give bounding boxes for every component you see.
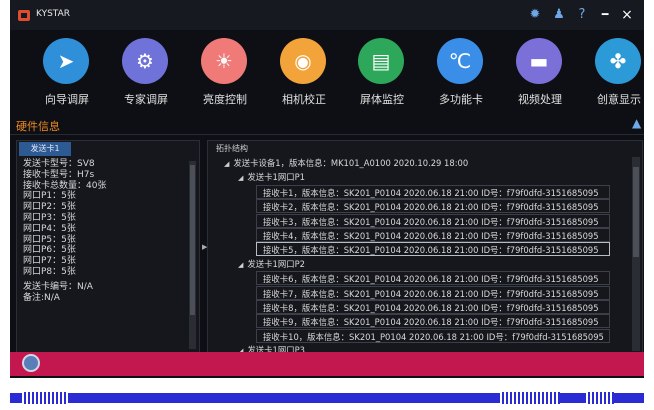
gear-icon[interactable]: ✹ xyxy=(526,6,544,24)
toolbar-button-5[interactable]: ▤ 屏体监控 xyxy=(347,38,417,108)
toolbar-label: 创意显示 xyxy=(597,93,641,106)
info-row: 网口P1：5张 xyxy=(23,191,76,202)
info-row: 网口P7：5张 xyxy=(23,256,76,267)
tree-item-sender[interactable]: ◢ 发送卡设备1，版本信息：MK101_A0100 2020.10.29 18:0… xyxy=(224,156,468,170)
tree-item-receiver-card[interactable]: 接收卡3，版本信息：SK201_P0104 2020.06.18 21:00 I… xyxy=(256,213,610,228)
tree-item-label: 接收卡2，版本信息：SK201_P0104 2020.06.18 21:00 I… xyxy=(263,202,599,213)
tab-sender-card-1[interactable]: 发送卡1 xyxy=(19,142,71,156)
info-row: 接收卡总数量：40张 xyxy=(23,180,107,191)
toolbar-button-6[interactable]: ℃ 多功能卡 xyxy=(426,38,496,108)
toolbar-label: 专家调屏 xyxy=(124,93,168,106)
tree-item-port[interactable]: ◢ 发送卡1网口P2 xyxy=(238,257,305,271)
scrollbar-thumb[interactable] xyxy=(190,165,195,315)
tree-item-receiver-card[interactable]: 接收卡4，版本信息：SK201_P0104 2020.06.18 21:00 I… xyxy=(256,228,610,242)
kystar-logo-icon xyxy=(18,10,30,21)
app-window: KYSTAR ✹ ♟ ? ━ × ➤ 向导调屏 ⚙ 专家调屏 ☀ 亮度控制 ◉ 相机校正 ▤ 屏体… xyxy=(10,0,644,378)
toolbar-button-1[interactable]: ➤ 向导调屏 xyxy=(32,38,102,108)
hardware-info-list: 发送卡型号：SV8 接收卡型号：H7s 接收卡总数量：40张 网口P1：5张 网口P2：… xyxy=(23,159,179,303)
toolbar-label: 多功能卡 xyxy=(439,93,483,106)
scrollbar[interactable] xyxy=(189,161,196,349)
tree-item-label: 发送卡1网口P1 xyxy=(247,172,305,183)
toolbar-label: 屏体监控 xyxy=(360,93,404,106)
toolbar-label: 向导调屏 xyxy=(45,93,89,106)
globe-icon xyxy=(22,354,40,372)
divider xyxy=(10,134,644,135)
tree-item-receiver-card[interactable]: 接收卡1，版本信息：SK201_P0104 2020.06.18 21:00 I… xyxy=(256,184,610,199)
hardware-info-panel: 发送卡1 发送卡型号：SV8 接收卡型号：H7s 接收卡总数量：40张 网口P1：5张… xyxy=(16,140,200,354)
tree-item-label: 接收卡5，版本信息：SK201_P0104 2020.06.18 21:00 I… xyxy=(263,245,599,256)
info-row: 备注:N/A xyxy=(23,292,60,303)
toolbar-label: 视频处理 xyxy=(518,93,562,106)
toolbar-label: 亮度控制 xyxy=(203,93,247,106)
tree-item-port[interactable]: ◢ 发送卡1网口P1 xyxy=(238,170,305,184)
info-row: 发送卡型号：SV8 xyxy=(23,159,95,169)
tree-item-label: 接收卡3，版本信息：SK201_P0104 2020.06.18 21:00 I… xyxy=(263,216,599,227)
tree-item-receiver-card[interactable]: 接收卡2，版本信息：SK201_P0104 2020.06.18 21:00 I… xyxy=(256,199,610,214)
info-row: 网口P6：5张 xyxy=(23,245,76,256)
tree-item-receiver-card[interactable]: 接收卡7，版本信息：SK201_P0104 2020.06.18 21:00 I… xyxy=(256,285,610,300)
section-title: 硬件信息 xyxy=(16,120,60,133)
info-row: 网口P3：5张 xyxy=(23,212,76,223)
collapse-arrow-icon[interactable]: ▲ xyxy=(632,116,641,130)
help-icon[interactable]: ? xyxy=(573,6,591,24)
user-icon[interactable]: ♟ xyxy=(550,6,568,24)
tree-item-label: 接收卡6，版本信息：SK201_P0104 2020.06.18 21:00 I… xyxy=(263,274,599,285)
tree-item-label: 接收卡8，版本信息：SK201_P0104 2020.06.18 21:00 I… xyxy=(263,303,599,313)
info-row: 网口P5：5张 xyxy=(23,234,76,245)
monitor-gear-icon: ⚙ xyxy=(136,49,154,73)
corrupted-region xyxy=(10,352,644,376)
corrupted-pixels xyxy=(22,392,68,404)
brightness-icon: ☀ xyxy=(215,49,233,73)
info-row: 发送卡编号：N/A xyxy=(23,281,93,292)
toolbar-button-2[interactable]: ⚙ 专家调屏 xyxy=(111,38,181,108)
tree-item-label: 接收卡7，版本信息：SK201_P0104 2020.06.18 21:00 I… xyxy=(263,288,599,299)
tree-item-receiver-card[interactable]: 接收卡9，版本信息：SK201_P0104 2020.06.18 21:00 I… xyxy=(256,314,610,329)
video-processor-icon: ▬ xyxy=(529,49,549,73)
scrollbar[interactable] xyxy=(632,157,640,351)
toolbar-button-7[interactable]: ▬ 视频处理 xyxy=(505,38,575,108)
paper-plane-icon: ➤ xyxy=(57,49,75,73)
toolbar-button-8[interactable]: ✤ 创意显示 xyxy=(584,38,644,108)
corrupted-pixels xyxy=(586,392,614,404)
info-row: 网口P2：5张 xyxy=(23,202,76,213)
expand-triangle-icon[interactable]: ◢ xyxy=(224,160,229,168)
title-bar: KYSTAR ✹ ♟ ? ━ × xyxy=(10,0,644,30)
camera-icon: ◉ xyxy=(294,49,312,73)
expand-triangle-icon[interactable]: ◢ xyxy=(238,174,243,182)
tree-item-label: 接收卡1，版本信息：SK201_P0104 2020.06.18 21:00 I… xyxy=(263,187,599,198)
minimize-icon[interactable]: ━ xyxy=(596,6,614,24)
tree-item-label: 接收卡10，版本信息：SK201_P0104 2020.06.18 21:00 … xyxy=(263,331,604,342)
toolbar-button-4[interactable]: ◉ 相机校正 xyxy=(269,38,339,108)
info-row: 网口P8：5张 xyxy=(23,266,76,277)
tree-item-label: 接收卡4，版本信息：SK201_P0104 2020.06.18 21:00 I… xyxy=(263,231,599,241)
screen-monitor-icon: ▤ xyxy=(371,49,391,73)
tree-item-label: 接收卡9，版本信息：SK201_P0104 2020.06.18 21:00 I… xyxy=(263,317,599,328)
toolbar-button-3[interactable]: ☀ 亮度控制 xyxy=(190,38,260,108)
tree-item-receiver-card[interactable]: 接收卡10，版本信息：SK201_P0104 2020.06.18 21:00 … xyxy=(256,328,610,343)
toolbar-label: 相机校正 xyxy=(282,93,326,106)
topology-header: 拓扑结构 xyxy=(216,144,248,153)
tree-item-receiver-card[interactable]: 接收卡8，版本信息：SK201_P0104 2020.06.18 21:00 I… xyxy=(256,300,610,314)
tree-item-receiver-card[interactable]: 接收卡6，版本信息：SK201_P0104 2020.06.18 21:00 I… xyxy=(256,271,610,286)
tree-item-label: 发送卡1网口P2 xyxy=(247,258,305,269)
expand-triangle-icon[interactable]: ◢ xyxy=(238,261,243,269)
creative-icon: ✤ xyxy=(609,49,627,73)
tree-item-label: 发送卡设备1，版本信息：MK101_A0100 2020.10.29 18:00 xyxy=(233,158,469,168)
scrollbar-thumb[interactable] xyxy=(633,167,639,257)
corrupted-pixels xyxy=(500,392,560,404)
info-row: 网口P4：5张 xyxy=(23,223,76,234)
close-icon[interactable]: × xyxy=(618,6,636,24)
topology-panel: 拓扑结构 ◢ 发送卡设备1，版本信息：MK101_A0100 2020.10.29… xyxy=(207,140,643,355)
tree-item-receiver-card[interactable]: 接收卡5，版本信息：SK201_P0104 2020.06.18 21:00 I… xyxy=(256,242,610,257)
info-row: 接收卡型号：H7s xyxy=(23,169,95,180)
app-title: KYSTAR xyxy=(36,9,71,19)
multifunction-icon: ℃ xyxy=(448,49,472,73)
